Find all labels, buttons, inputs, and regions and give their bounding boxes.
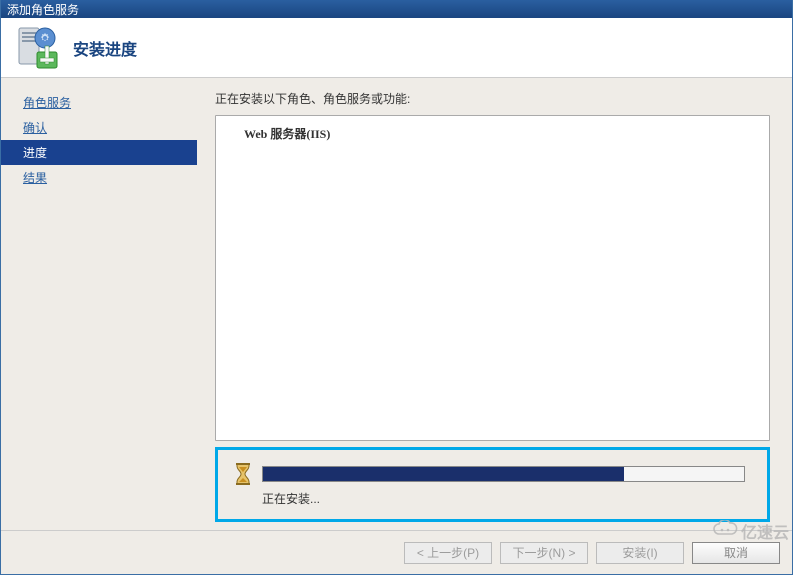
page-title: 安装进度 bbox=[73, 36, 137, 60]
window-title: 添加角色服务 bbox=[7, 1, 79, 18]
cancel-button[interactable]: 取消 bbox=[692, 542, 780, 564]
sidebar-item-confirm[interactable]: 确认 bbox=[1, 115, 197, 140]
progress-bar-fill bbox=[263, 467, 624, 481]
sidebar-item-results[interactable]: 结果 bbox=[1, 165, 197, 190]
main-panel: 正在安装以下角色、角色服务或功能: Web 服务器(IIS) bbox=[197, 78, 792, 530]
content-box: Web 服务器(IIS) bbox=[215, 115, 770, 441]
body-area: 角色服务 确认 进度 结果 正在安装以下角色、角色服务或功能: Web 服务器(… bbox=[1, 78, 792, 530]
progress-bar bbox=[262, 466, 745, 482]
header: 安装进度 bbox=[1, 18, 792, 78]
role-item: Web 服务器(IIS) bbox=[244, 124, 741, 143]
server-install-icon bbox=[13, 24, 61, 72]
next-button[interactable]: 下一步(N) > bbox=[500, 542, 588, 564]
titlebar: 添加角色服务 bbox=[1, 0, 792, 18]
sidebar-item-progress[interactable]: 进度 bbox=[1, 140, 197, 165]
progress-row bbox=[234, 462, 745, 486]
hourglass-icon bbox=[234, 462, 252, 486]
dialog-window: 添加角色服务 安装进度 角色服务 确认 进度 结果 bbox=[0, 0, 793, 575]
footer: < 上一步(P) 下一步(N) > 安装(I) 取消 bbox=[1, 530, 792, 574]
progress-area: 正在安装... bbox=[215, 447, 770, 522]
install-message: 正在安装以下角色、角色服务或功能: bbox=[215, 90, 770, 107]
prev-button[interactable]: < 上一步(P) bbox=[404, 542, 492, 564]
sidebar: 角色服务 确认 进度 结果 bbox=[1, 78, 197, 530]
install-button[interactable]: 安装(I) bbox=[596, 542, 684, 564]
status-text: 正在安装... bbox=[262, 490, 745, 507]
sidebar-item-role-services[interactable]: 角色服务 bbox=[1, 90, 197, 115]
